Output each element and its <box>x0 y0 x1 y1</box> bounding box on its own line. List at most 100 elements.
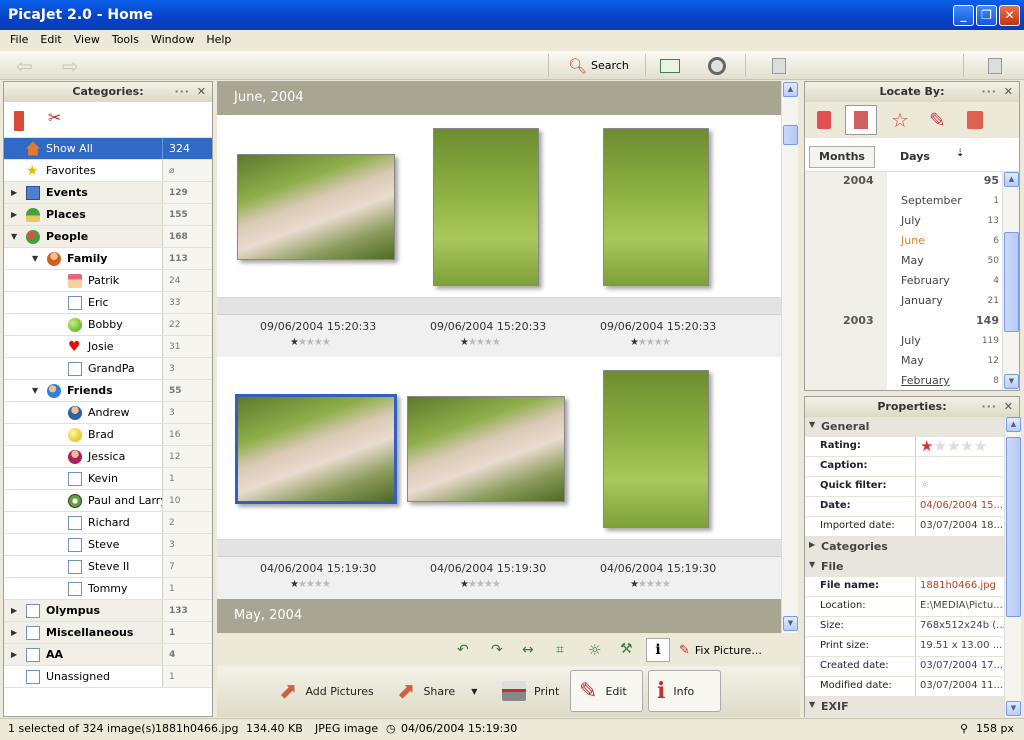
group-categories[interactable]: ▶ Categories <box>805 537 1005 557</box>
photo-thumbnail[interactable] <box>407 396 565 502</box>
month-item[interactable]: July <box>901 214 921 227</box>
category-josie[interactable]: ♥ Josie 31 <box>4 336 212 358</box>
caption-input[interactable] <box>915 457 1005 476</box>
gallery-scrollbar[interactable]: ▲ ▼ <box>781 81 798 633</box>
photo-thumbnail[interactable] <box>433 128 539 286</box>
menu-tools[interactable]: Tools <box>106 33 145 51</box>
minimize-button[interactable]: _ <box>953 5 974 26</box>
category-kevin[interactable]: Kevin 1 <box>4 468 212 490</box>
photo-thumbnail[interactable] <box>603 370 709 528</box>
category-events[interactable]: ▶ Events 129 <box>4 182 212 204</box>
properties-scrollbar[interactable]: ▲ ▼ <box>1004 417 1021 717</box>
category-eric[interactable]: Eric 33 <box>4 292 212 314</box>
flip-icon[interactable]: ↔ <box>522 642 534 658</box>
menu-window[interactable]: Window <box>145 33 200 51</box>
brightness-icon[interactable]: ☼ <box>588 641 601 659</box>
close-pane-icon[interactable]: ✕ <box>197 82 206 102</box>
category-locate-icon[interactable] <box>817 111 831 129</box>
category-steve-ii[interactable]: Steve II 7 <box>4 556 212 578</box>
category-brad[interactable]: Brad 16 <box>4 424 212 446</box>
edit-button[interactable]: ✎ Edit <box>570 670 643 712</box>
category-richard[interactable]: Richard 2 <box>4 512 212 534</box>
category-miscellaneous[interactable]: ▶ Miscellaneous 1 <box>4 622 212 644</box>
pane-options-icon[interactable]: ··· <box>174 82 190 102</box>
expand-arrow-icon[interactable]: ▶ <box>11 210 17 219</box>
collapse-arrow-icon[interactable]: ▼ <box>32 254 38 263</box>
category-paul-and-larry[interactable]: Paul and Larry 10 <box>4 490 212 512</box>
month-item[interactable]: May <box>901 354 924 367</box>
scroll-thumb[interactable] <box>1004 232 1019 332</box>
category-tommy[interactable]: Tommy 1 <box>4 578 212 600</box>
group-file[interactable]: ▼ File <box>805 557 1005 577</box>
group-general[interactable]: ▼ General <box>805 417 1005 437</box>
category-people[interactable]: ▼ People 168 <box>4 226 212 248</box>
month-item[interactable]: July <box>901 334 921 347</box>
scroll-down-icon[interactable]: ▼ <box>1004 374 1019 389</box>
info-button[interactable]: i Info <box>648 670 721 712</box>
category-olympus[interactable]: ▶ Olympus 133 <box>4 600 212 622</box>
scroll-up-icon[interactable]: ▲ <box>1004 172 1019 187</box>
rating-stars[interactable]: ★★★★★ <box>915 437 1005 456</box>
add-pictures-button[interactable]: ⬈ Add Pictures <box>279 670 374 712</box>
category-favorites[interactable]: ★ Favorites ⌀ <box>4 160 212 182</box>
year-label[interactable]: 2004 <box>843 174 874 187</box>
menu-edit[interactable]: Edit <box>34 33 67 51</box>
scroll-down-icon[interactable]: ▼ <box>783 616 798 631</box>
rotate-left-icon[interactable]: ↶ <box>457 642 469 658</box>
panel-toggle-button[interactable] <box>772 55 786 76</box>
quick-filter-icon[interactable]: ☼ <box>915 477 1005 496</box>
rating-stars[interactable]: ★★★★★ <box>460 579 501 590</box>
photo-thumbnail-selected[interactable] <box>235 394 397 504</box>
menu-view[interactable]: View <box>68 33 106 51</box>
year-label[interactable]: 2003 <box>843 314 874 327</box>
email-button[interactable] <box>660 55 680 76</box>
tab-days[interactable]: Days <box>900 150 930 163</box>
fix-picture-button[interactable]: ✎ Fix Picture... <box>679 643 762 658</box>
rating-locate-icon[interactable]: ☆ <box>891 108 909 132</box>
scissors-icon[interactable]: ✂ <box>48 108 61 127</box>
menu-file[interactable]: File <box>4 33 34 51</box>
share-button[interactable]: ⬈ Share ▼ <box>397 670 477 712</box>
month-item[interactable]: February <box>901 274 950 287</box>
close-button[interactable]: ✕ <box>999 5 1020 26</box>
category-family[interactable]: ▼ Family 113 <box>4 248 212 270</box>
category-places[interactable]: ▶ Places 155 <box>4 204 212 226</box>
expand-arrow-icon[interactable]: ▶ <box>11 650 17 659</box>
month-item[interactable]: September <box>901 194 962 207</box>
group-exif[interactable]: ▼ EXIF <box>805 697 1005 717</box>
edit-locate-icon[interactable]: ✎ <box>929 108 946 132</box>
rotate-right-icon[interactable]: ↷ <box>491 642 503 658</box>
expand-arrow-icon[interactable]: ▶ <box>11 628 17 637</box>
maximize-button[interactable]: ❐ <box>976 5 997 26</box>
menu-help[interactable]: Help <box>200 33 237 51</box>
back-button[interactable]: ⇦ <box>16 54 33 78</box>
collapse-arrow-icon[interactable]: ▼ <box>11 232 17 241</box>
rating-stars[interactable]: ★★★★★ <box>630 337 671 348</box>
close-pane-icon[interactable]: ✕ <box>1004 82 1013 102</box>
month-item[interactable]: February <box>901 374 950 387</box>
rating-stars[interactable]: ★★★★★ <box>290 337 331 348</box>
photo-thumbnail[interactable] <box>237 154 395 260</box>
rating-stars[interactable]: ★★★★★ <box>630 579 671 590</box>
month-item[interactable]: January <box>901 294 943 307</box>
scroll-up-icon[interactable]: ▲ <box>783 82 798 97</box>
rating-stars[interactable]: ★★★★★ <box>460 337 501 348</box>
category-show-all[interactable]: Show All 324 <box>4 138 212 160</box>
search-button[interactable]: 🔍︎ Search <box>568 55 629 76</box>
category-bobby[interactable]: Bobby 22 <box>4 314 212 336</box>
category-steve[interactable]: Steve 3 <box>4 534 212 556</box>
dropdown-arrow-icon[interactable]: ▼ <box>471 687 477 696</box>
month-item[interactable]: May <box>901 254 924 267</box>
tab-months[interactable]: Months <box>809 146 875 168</box>
scroll-thumb[interactable] <box>783 125 798 145</box>
scroll-down-icon[interactable]: ▼ <box>1006 701 1021 716</box>
category-aa[interactable]: ▶ AA 4 <box>4 644 212 666</box>
rating-stars[interactable]: ★★★★★ <box>290 579 331 590</box>
month-item-active[interactable]: June <box>901 234 925 247</box>
expand-arrow-icon[interactable]: ▶ <box>11 188 17 197</box>
locate-scrollbar[interactable]: ▲ ▼ <box>1002 172 1019 390</box>
category-jessica[interactable]: Jessica 12 <box>4 446 212 468</box>
category-grandpa[interactable]: GrandPa 3 <box>4 358 212 380</box>
scroll-thumb[interactable] <box>1006 437 1021 617</box>
category-andrew[interactable]: Andrew 3 <box>4 402 212 424</box>
